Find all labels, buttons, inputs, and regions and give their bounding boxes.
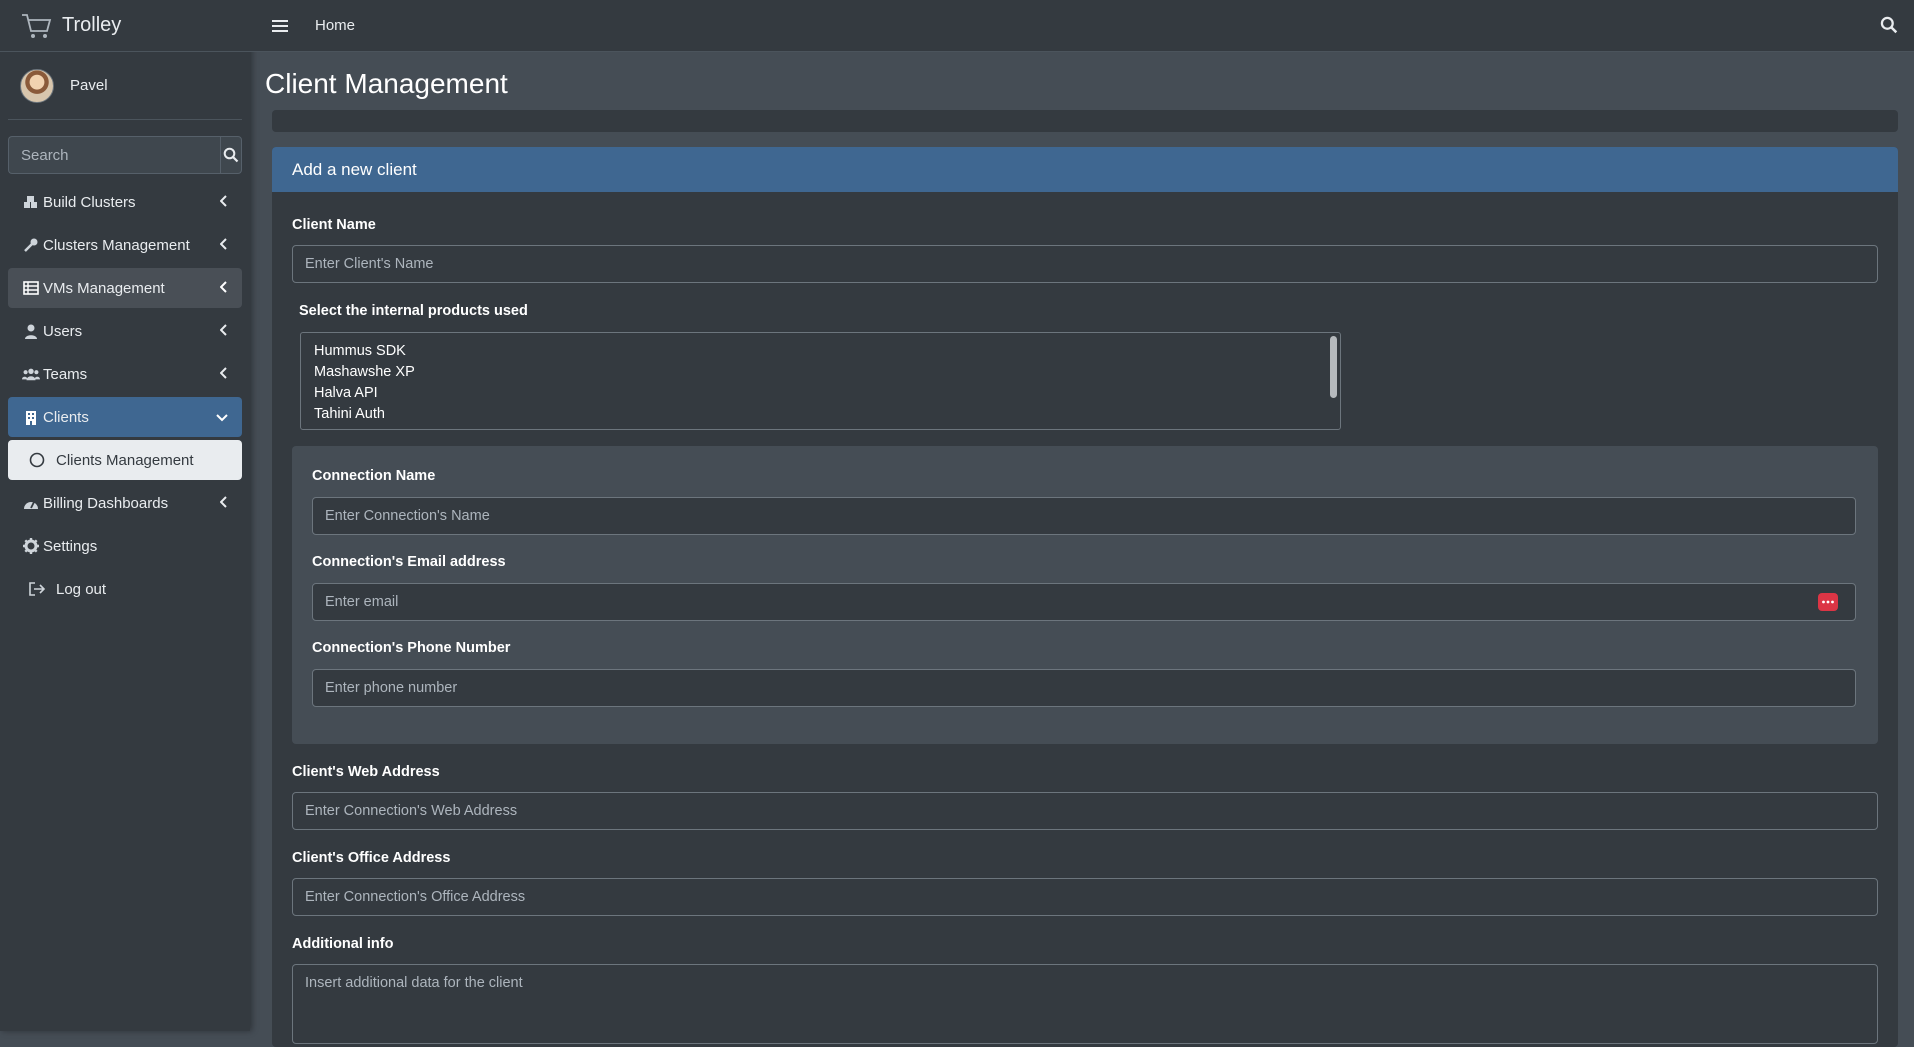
web-address-label: Client's Web Address: [292, 764, 440, 780]
sidebar-item-label: Log out: [56, 580, 107, 598]
user-panel[interactable]: Pavel: [8, 52, 242, 120]
gear-icon: [22, 538, 40, 554]
chevron-left-icon: [219, 280, 228, 297]
connection-phone-label: Connection's Phone Number: [312, 640, 511, 656]
connection-email-label: Connection's Email address: [312, 554, 506, 570]
sidebar-item-clients-management[interactable]: Clients Management: [8, 440, 242, 480]
wrench-icon: [22, 237, 40, 253]
progress-bar: [272, 110, 1898, 132]
sidebar: Trolley Pavel Build Clusters Clusters Ma…: [0, 0, 250, 1031]
connection-email-input[interactable]: [312, 583, 1856, 621]
user-name: Pavel: [70, 77, 108, 94]
sidebar-item-label: Teams: [43, 365, 88, 383]
page-title: Client Management: [265, 68, 508, 99]
product-option[interactable]: Tahini Auth: [301, 404, 1340, 425]
circle-icon: [28, 452, 46, 468]
chevron-left-icon: [219, 495, 228, 512]
chevron-left-icon: [219, 237, 228, 254]
sidebar-item-label: Users: [43, 322, 83, 340]
hamburger-menu-icon[interactable]: [270, 16, 290, 36]
server-icon: [22, 281, 40, 295]
search-icon[interactable]: [1880, 16, 1898, 39]
search-icon: [223, 147, 239, 163]
connection-email-wrap: [312, 583, 1856, 621]
chevron-left-icon: [219, 194, 228, 211]
sidebar-nav: Build Clusters Clusters Management VMs M…: [8, 182, 242, 609]
client-name-input[interactable]: [292, 245, 1878, 283]
product-option[interactable]: Halva API: [301, 383, 1340, 404]
sidebar-search-input[interactable]: [8, 136, 220, 174]
products-multiselect[interactable]: Hummus SDK Mashawshe XP Halva API Tahini…: [300, 332, 1341, 430]
topbar: Home: [250, 0, 1914, 52]
chevron-down-icon: [216, 409, 228, 426]
additional-info-textarea[interactable]: [292, 964, 1878, 1044]
connection-phone-input[interactable]: [312, 669, 1856, 707]
user-icon: [22, 324, 40, 339]
office-address-input[interactable]: [292, 878, 1878, 916]
sidebar-item-label: Settings: [43, 537, 98, 555]
brand-name: Trolley: [62, 14, 122, 36]
logout-icon: [28, 581, 46, 597]
sidebar-item-log-out[interactable]: Log out: [8, 569, 242, 609]
avatar: [20, 68, 54, 103]
sidebar-item-label: Clients Management: [56, 451, 194, 469]
connection-name-label: Connection Name: [312, 468, 436, 484]
web-address-input[interactable]: [292, 792, 1878, 830]
sidebar-item-users[interactable]: Users: [8, 311, 242, 351]
building-icon: [22, 410, 40, 425]
sidebar-item-billing-dashboards[interactable]: Billing Dashboards: [8, 483, 242, 523]
scrollbar[interactable]: [1330, 336, 1337, 398]
additional-info-label: Additional info: [292, 936, 394, 952]
connection-section: Connection Name Connection's Email addre…: [292, 446, 1878, 744]
sidebar-item-build-clusters[interactable]: Build Clusters: [8, 182, 242, 222]
sidebar-search-button[interactable]: [220, 136, 242, 174]
sidebar-item-label: Clients: [43, 408, 89, 426]
users-icon: [22, 367, 40, 381]
office-address-label: Client's Office Address: [292, 850, 451, 866]
sidebar-item-teams[interactable]: Teams: [8, 354, 242, 394]
cubes-icon: [22, 195, 40, 209]
sidebar-search: [8, 136, 242, 174]
add-client-card: Add a new client Client Name Select the …: [272, 147, 1898, 1047]
sidebar-item-label: Clusters Management: [43, 236, 190, 254]
card-title: Add a new client: [272, 147, 1898, 192]
product-option[interactable]: Hummus SDK: [301, 341, 1340, 362]
gauge-icon: [22, 496, 40, 510]
sidebar-item-clients[interactable]: Clients: [8, 397, 242, 437]
main-content: Client Management Add a new client Clien…: [250, 52, 1914, 1047]
sidebar-item-label: VMs Management: [43, 279, 165, 297]
sidebar-item-label: Build Clusters: [43, 193, 136, 211]
sidebar-item-settings[interactable]: Settings: [8, 526, 242, 566]
client-name-label: Client Name: [292, 217, 376, 233]
product-option[interactable]: Mashawshe XP: [301, 362, 1340, 383]
chevron-left-icon: [219, 323, 228, 340]
home-link[interactable]: Home: [315, 17, 355, 34]
sidebar-item-vms-management[interactable]: VMs Management: [8, 268, 242, 308]
sidebar-item-label: Billing Dashboards: [43, 494, 169, 512]
connection-name-input[interactable]: [312, 497, 1856, 535]
cart-icon: [18, 9, 56, 43]
chevron-left-icon: [219, 366, 228, 383]
brand-link[interactable]: Trolley: [0, 0, 250, 52]
products-label: Select the internal products used: [299, 303, 528, 319]
sidebar-item-clusters-management[interactable]: Clusters Management: [8, 225, 242, 265]
password-manager-icon[interactable]: [1818, 593, 1838, 611]
